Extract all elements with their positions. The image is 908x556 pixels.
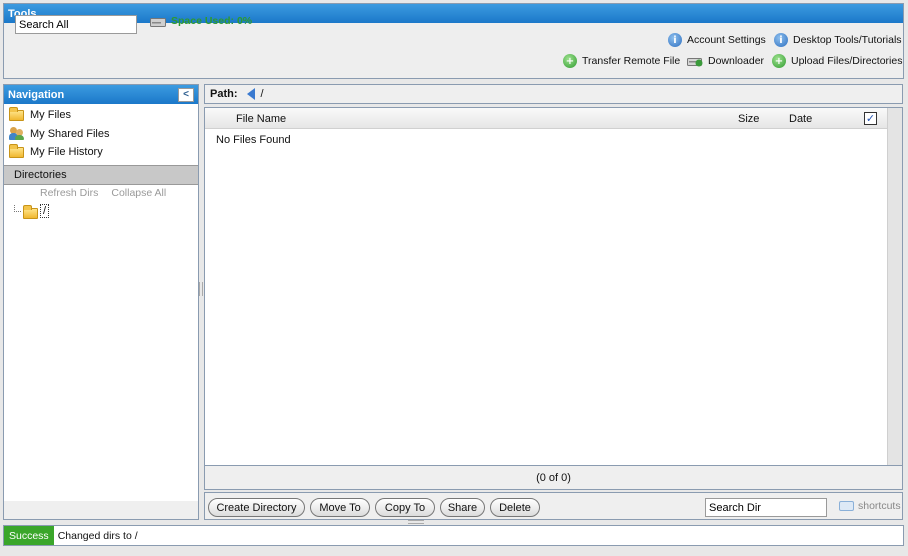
navigation-footer bbox=[4, 501, 198, 519]
path-bar: Path: / bbox=[204, 84, 903, 104]
status-resize-grip[interactable] bbox=[408, 520, 424, 524]
search-all-input[interactable] bbox=[15, 15, 137, 34]
downloader-label: Downloader bbox=[708, 54, 765, 67]
space-used-label: Space Used: 0% bbox=[171, 15, 253, 27]
tools-header: Tools bbox=[4, 4, 903, 23]
file-list-footer: (0 of 0) bbox=[205, 465, 902, 489]
navigation-title: Navigation bbox=[8, 88, 65, 101]
column-header-file-name[interactable]: File Name bbox=[236, 113, 286, 125]
transfer-remote-file-label: Transfer Remote File bbox=[582, 55, 681, 67]
account-settings-label: Account Settings bbox=[687, 34, 766, 46]
shortcuts-label: shortcuts bbox=[858, 500, 901, 512]
shortcuts-link[interactable]: shortcuts bbox=[839, 500, 901, 512]
folder-icon bbox=[9, 143, 24, 158]
nav-item-my-shared-files[interactable]: My Shared Files bbox=[4, 125, 198, 144]
panel-splitter[interactable] bbox=[199, 282, 203, 296]
downloader-link[interactable]: Downloader bbox=[687, 54, 764, 67]
directories-header[interactable]: Directories bbox=[4, 164, 198, 185]
column-header-size[interactable]: Size bbox=[738, 113, 759, 125]
refresh-dirs-link[interactable]: Refresh Dirs bbox=[40, 187, 98, 199]
keyboard-icon bbox=[839, 501, 854, 511]
status-badge: Success bbox=[4, 526, 54, 545]
empty-message: No Files Found bbox=[216, 134, 291, 146]
search-dir-input[interactable] bbox=[705, 498, 827, 517]
nav-item-my-files[interactable]: My Files bbox=[4, 106, 198, 125]
share-button[interactable]: Share bbox=[440, 498, 485, 517]
shared-users-icon bbox=[9, 127, 24, 141]
file-list-panel: File Name Size Date ✓ No Files Found (0 … bbox=[204, 107, 903, 490]
account-settings-link[interactable]: i Account Settings bbox=[668, 33, 766, 47]
navigation-header: Navigation < bbox=[4, 85, 198, 104]
info-icon: i bbox=[774, 33, 788, 47]
transfer-remote-file-link[interactable]: + Transfer Remote File bbox=[563, 54, 680, 68]
pagination-count: (0 of 0) bbox=[536, 471, 571, 484]
upload-files-link[interactable]: + Upload Files/Directories bbox=[772, 54, 902, 68]
vertical-scrollbar[interactable] bbox=[887, 108, 902, 465]
add-icon: + bbox=[772, 54, 786, 68]
downloader-icon bbox=[687, 58, 703, 67]
create-directory-button[interactable]: Create Directory bbox=[208, 498, 305, 517]
checkmark-icon: ✓ bbox=[865, 112, 876, 125]
path-value: / bbox=[260, 88, 264, 100]
collapse-panel-button[interactable]: < bbox=[178, 87, 194, 102]
status-message: Changed dirs to / bbox=[57, 529, 138, 542]
tools-panel: Tools Space Used: 0% i Account Settings … bbox=[3, 3, 904, 79]
directories-label: Directories bbox=[14, 168, 67, 181]
info-icon: i bbox=[668, 33, 682, 47]
status-bar: Success Changed dirs to / bbox=[3, 525, 904, 546]
desktop-tools-link[interactable]: i Desktop Tools/Tutorials bbox=[774, 33, 902, 47]
folder-icon bbox=[23, 204, 38, 219]
navigation-panel: Navigation < My Files My Shared Files My… bbox=[3, 84, 199, 520]
space-used: Space Used: 0% bbox=[150, 15, 252, 27]
select-all-checkbox[interactable]: ✓ bbox=[864, 112, 877, 125]
directory-actions: Refresh Dirs Collapse All bbox=[4, 187, 198, 199]
tree-node-root[interactable]: / bbox=[40, 203, 50, 218]
upload-files-label: Upload Files/Directories bbox=[791, 55, 903, 67]
tree-connector bbox=[14, 204, 21, 212]
delete-button[interactable]: Delete bbox=[490, 498, 540, 517]
desktop-tools-label: Desktop Tools/Tutorials bbox=[793, 34, 902, 46]
nav-item-label: My File History bbox=[30, 146, 103, 159]
copy-to-button[interactable]: Copy To bbox=[375, 498, 435, 517]
add-icon: + bbox=[563, 54, 577, 68]
move-to-button[interactable]: Move To bbox=[310, 498, 370, 517]
action-bar: Create Directory Move To Copy To Share D… bbox=[204, 492, 903, 520]
hard-drive-icon bbox=[150, 17, 166, 27]
path-label: Path: bbox=[210, 88, 238, 100]
nav-item-my-file-history[interactable]: My File History bbox=[4, 143, 198, 162]
chevron-left-icon: < bbox=[183, 89, 189, 100]
nav-item-label: My Shared Files bbox=[30, 127, 110, 140]
column-header-date[interactable]: Date bbox=[789, 113, 812, 125]
file-list-header: File Name Size Date ✓ bbox=[205, 108, 887, 129]
directory-tree: / bbox=[4, 201, 198, 221]
folder-icon bbox=[9, 106, 24, 121]
collapse-all-link[interactable]: Collapse All bbox=[111, 187, 166, 199]
back-arrow-icon[interactable] bbox=[246, 88, 255, 100]
nav-item-label: My Files bbox=[30, 109, 71, 122]
